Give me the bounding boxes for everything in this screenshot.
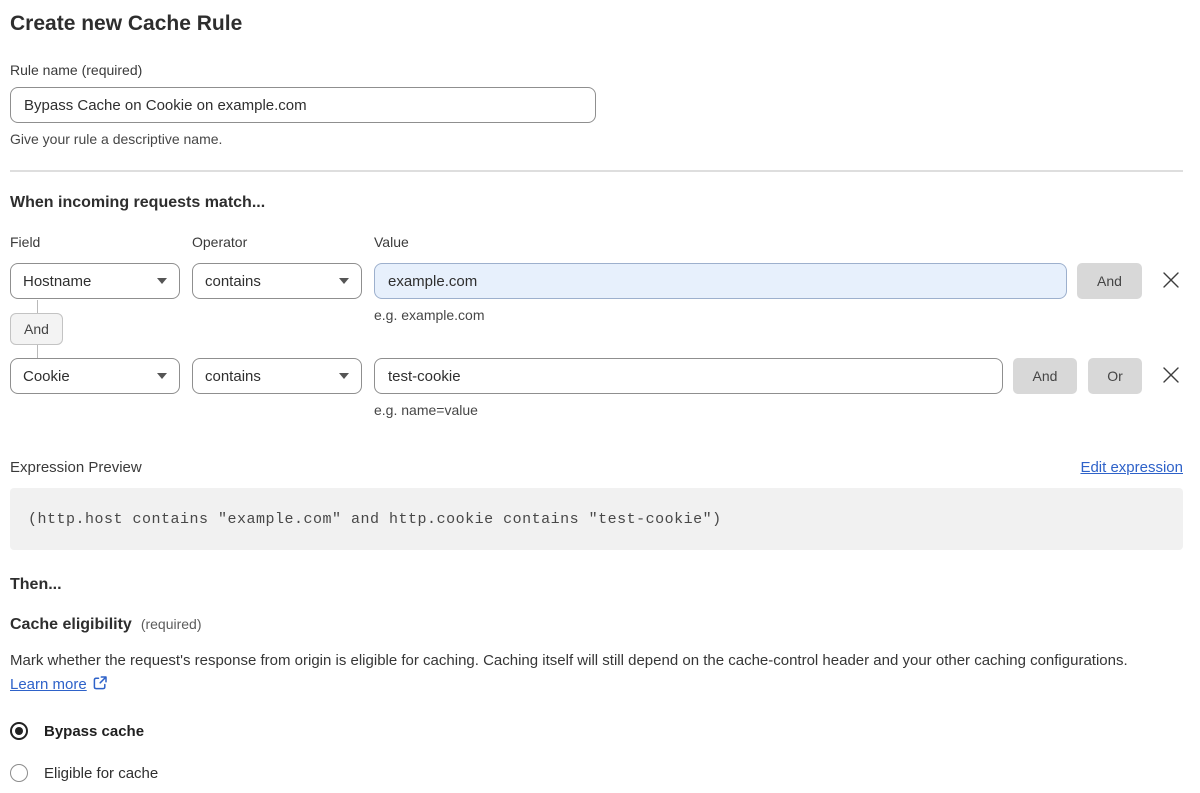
edit-expression-link[interactable]: Edit expression: [1080, 459, 1183, 476]
required-note: (required): [140, 616, 202, 632]
external-link-icon: [92, 675, 108, 699]
operator-select-value: contains: [205, 272, 261, 290]
chevron-down-icon: [157, 278, 167, 284]
radio-button-icon[interactable]: [10, 722, 28, 740]
condition-connector: And: [10, 300, 74, 358]
builder-column-labels: Field Operator Value: [10, 234, 1183, 250]
cache-eligibility-description: Mark whether the request's response from…: [10, 649, 1183, 699]
then-heading: Then...: [10, 576, 62, 593]
learn-more-link[interactable]: Learn more: [10, 676, 87, 693]
connector-and-button[interactable]: And: [10, 313, 63, 345]
description-text: Mark whether the request's response from…: [10, 652, 1128, 669]
create-cache-rule-form: Create new Cache Rule Rule name (require…: [10, 0, 1183, 782]
cache-eligibility-header: Cache eligibility (required): [10, 616, 1183, 634]
add-and-button[interactable]: And: [1077, 263, 1142, 299]
radio-eligible-for-cache[interactable]: Eligible for cache: [10, 764, 1183, 782]
remove-condition-button[interactable]: [1159, 358, 1183, 394]
rule-name-helper: Give your rule a descriptive name.: [10, 131, 223, 147]
field-column-label: Field: [10, 234, 41, 250]
cache-eligibility-options: Bypass cache Eligible for cache: [10, 722, 1183, 782]
field-select-value: Cookie: [23, 367, 70, 385]
add-and-button[interactable]: And: [1013, 358, 1077, 394]
chevron-down-icon: [339, 373, 349, 379]
field-select[interactable]: Cookie: [10, 358, 180, 394]
operator-select-value: contains: [205, 367, 261, 385]
close-icon: [1160, 364, 1182, 389]
match-heading: When incoming requests match...: [10, 194, 266, 211]
value-hint: e.g. name=value: [374, 402, 478, 418]
connector-line: [37, 345, 38, 358]
add-or-button[interactable]: Or: [1088, 358, 1142, 394]
operator-select[interactable]: contains: [192, 263, 362, 299]
radio-button-icon[interactable]: [10, 764, 28, 782]
expression-code-block: (http.host contains "example.com" and ht…: [10, 488, 1183, 550]
expression-preview-label: Expression Preview: [10, 459, 142, 476]
connector-line: [37, 300, 38, 313]
close-icon: [1160, 269, 1182, 294]
expression-preview-header: Expression Preview Edit expression: [10, 459, 1183, 476]
radio-bypass-cache[interactable]: Bypass cache: [10, 722, 1183, 740]
page-title: Create new Cache Rule: [10, 12, 243, 35]
field-select[interactable]: Hostname: [10, 263, 180, 299]
expression-code: (http.host contains "example.com" and ht…: [28, 510, 722, 528]
chevron-down-icon: [339, 278, 349, 284]
condition-row: Hostname contains e.g. example.com And: [10, 263, 1183, 323]
chevron-down-icon: [157, 373, 167, 379]
value-hint: e.g. example.com: [374, 307, 485, 323]
value-column-label: Value: [374, 234, 409, 250]
section-divider: [10, 170, 1183, 172]
condition-row: Cookie contains e.g. name=value And Or: [10, 358, 1183, 418]
value-input[interactable]: [374, 263, 1067, 299]
operator-column-label: Operator: [192, 234, 248, 250]
radio-label: Eligible for cache: [44, 764, 159, 782]
rule-name-label: Rule name (required): [10, 62, 143, 78]
cache-eligibility-heading: Cache eligibility: [10, 616, 132, 633]
remove-condition-button[interactable]: [1159, 263, 1183, 299]
rule-name-input[interactable]: [10, 87, 596, 123]
field-select-value: Hostname: [23, 272, 92, 290]
value-input[interactable]: [374, 358, 1003, 394]
operator-select[interactable]: contains: [192, 358, 362, 394]
radio-label: Bypass cache: [44, 722, 145, 740]
